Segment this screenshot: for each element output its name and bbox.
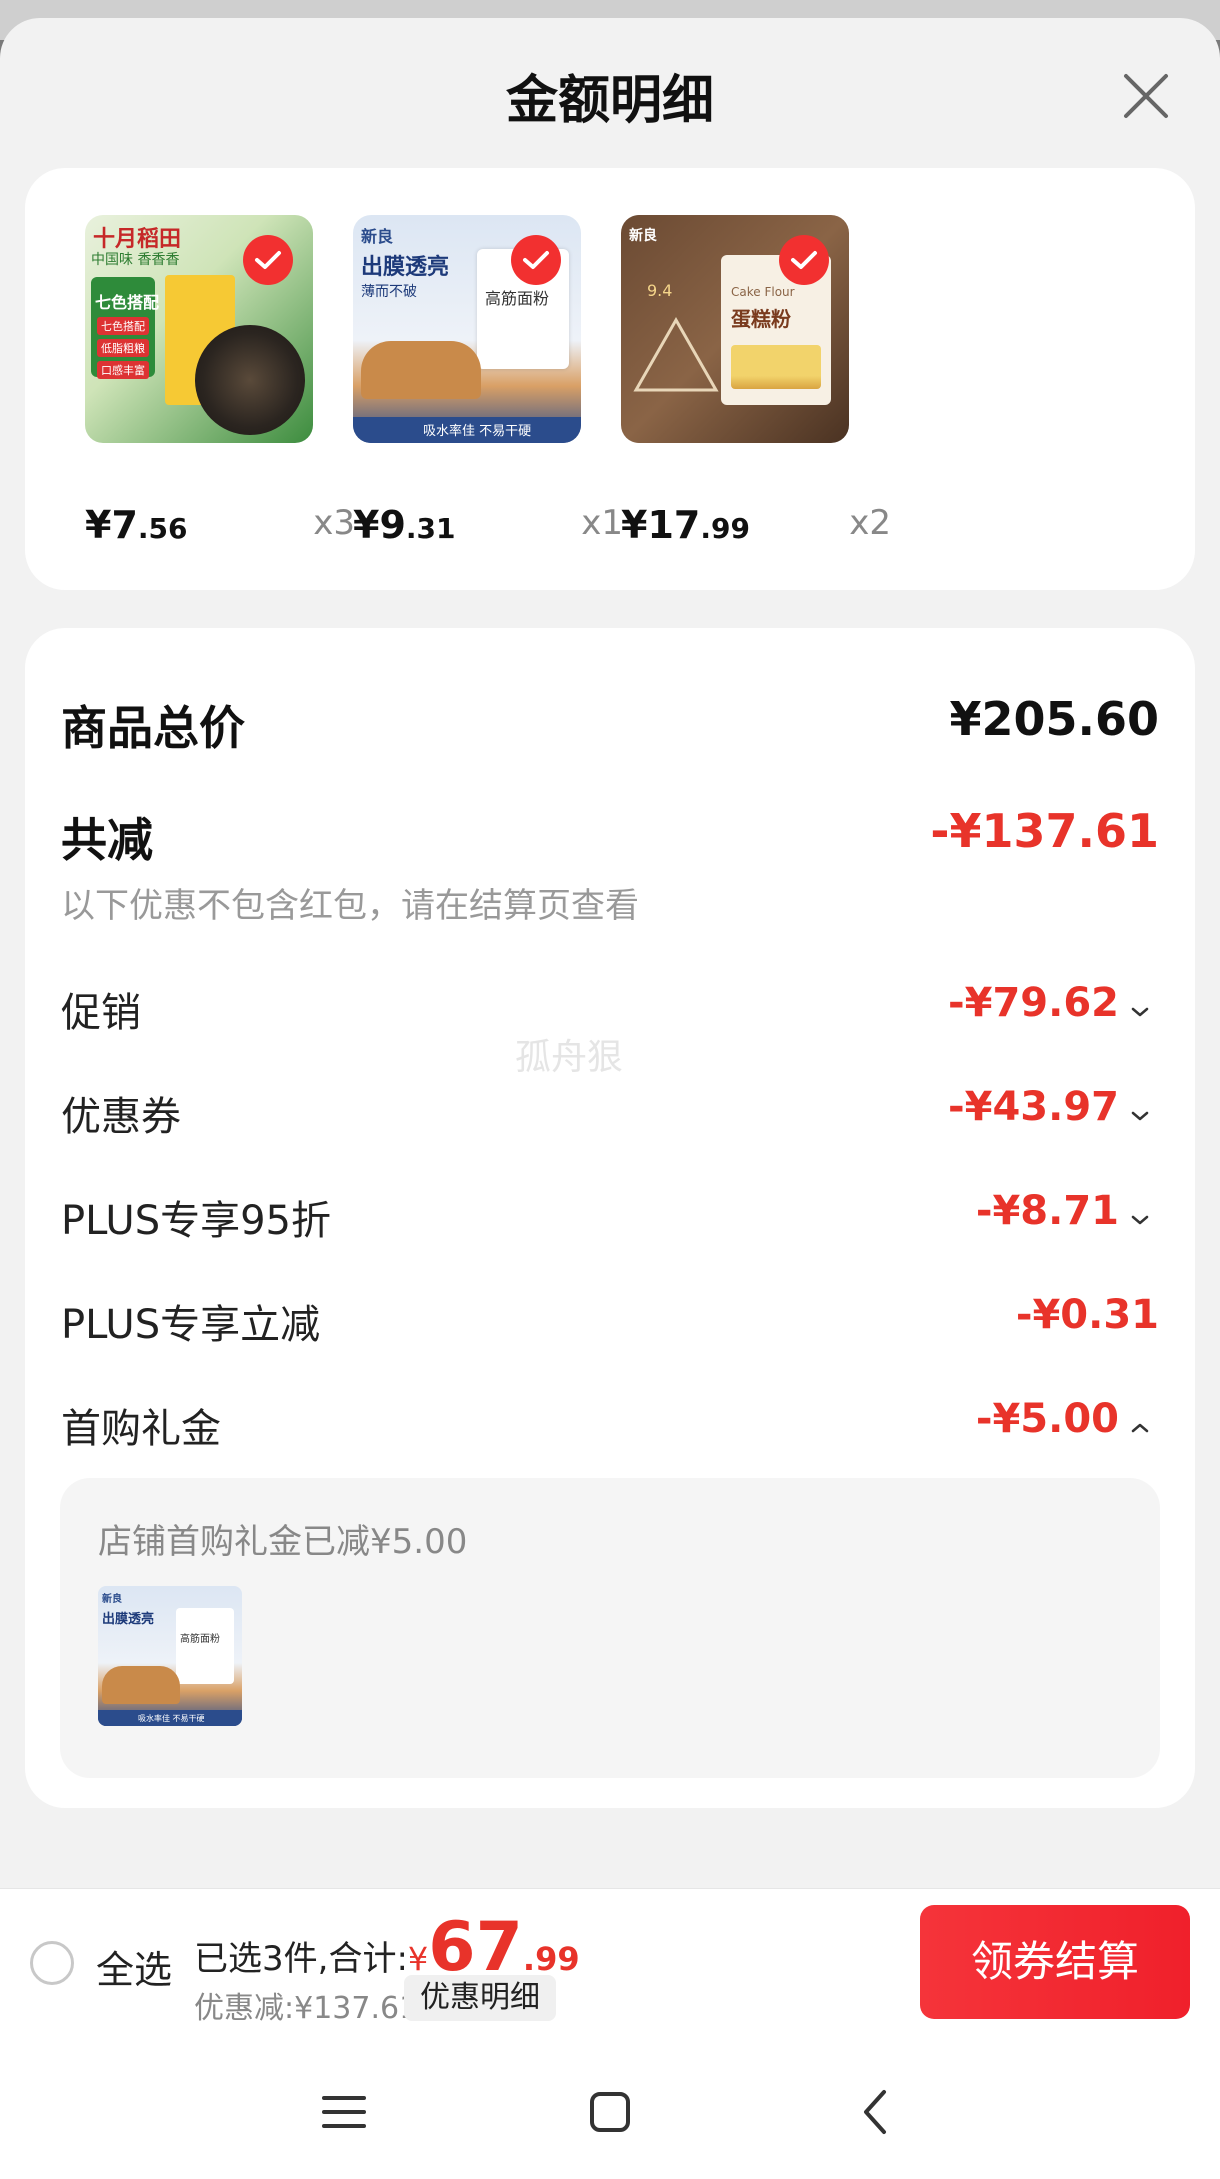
price-summary-card: 商品总价 ¥205.60 共减 -¥137.61 以下优惠不包含红包，请在结算页…: [25, 628, 1195, 1808]
watermark-text: 孤舟狠: [515, 1037, 624, 1078]
discount-value: -¥43.97: [948, 1084, 1119, 1130]
product-tag-text: 七色搭配: [95, 293, 160, 312]
product-item[interactable]: 新良 9.4 Cake Flour 蛋糕粉 ¥17.99 x2: [621, 215, 891, 547]
chevron-down-icon[interactable]: [1127, 1207, 1153, 1233]
home-icon[interactable]: [580, 2082, 640, 2142]
discount-label: PLUS专享立减: [61, 1302, 321, 1348]
discount-value: -¥0.31: [1015, 1292, 1159, 1338]
total-price-value: ¥205.60: [949, 692, 1159, 746]
selected-check-icon[interactable]: [243, 235, 293, 285]
back-icon[interactable]: [846, 2082, 906, 2142]
product-item[interactable]: 十月稻田 中国味 香香香 七色搭配 七色搭配 低脂粗粮 口感丰富 ¥7.56 x…: [85, 215, 355, 547]
product-quantity: x1: [581, 503, 623, 543]
product-image-flour: 新良 出膜透亮 薄而不破 高筋面粉 吸水率佳 不易干硬: [353, 215, 581, 443]
product-price-row: ¥7.56 x3: [85, 497, 355, 547]
product-brand-text: 新良: [361, 227, 394, 246]
first-purchase-detail-box: 店铺首购礼金已减¥5.00 新良 出膜透亮 高筋面粉 吸水率佳 不易干硬: [60, 1478, 1160, 1778]
select-all-label[interactable]: 全选: [96, 1939, 172, 1994]
sheet-header: 金额明细: [0, 18, 1220, 168]
product-item[interactable]: 新良 出膜透亮 薄而不破 高筋面粉 吸水率佳 不易干硬 ¥9.31 x1: [353, 215, 623, 547]
discount-label: 促销: [61, 990, 141, 1036]
product-price: ¥17.99: [621, 503, 750, 547]
system-nav-bar: [0, 2036, 1220, 2179]
product-image-rice: 十月稻田 中国味 香香香 七色搭配 七色搭配 低脂粗粮 口感丰富: [85, 215, 313, 443]
discount-value: -¥79.62: [948, 980, 1119, 1026]
first-purchase-detail-text: 店铺首购礼金已减¥5.00: [98, 1522, 468, 1562]
products-card: 十月稻田 中国味 香香香 七色搭配 七色搭配 低脂粗粮 口感丰富 ¥7.56 x…: [25, 168, 1195, 590]
chevron-down-icon[interactable]: [1127, 999, 1153, 1025]
close-icon[interactable]: [1116, 66, 1176, 126]
discount-value: -¥5.00: [975, 1396, 1119, 1442]
triangle-graphic: [633, 316, 719, 392]
total-reduction-value: -¥137.61: [930, 804, 1159, 858]
product-quantity: x2: [849, 503, 891, 543]
discount-total-text: 优惠减:¥137.61: [194, 1991, 419, 2026]
menu-icon[interactable]: [314, 2082, 374, 2142]
sheet-title: 金额明细: [505, 71, 714, 131]
discount-label: 优惠券: [61, 1094, 181, 1140]
selected-check-icon[interactable]: [511, 235, 561, 285]
checkout-button[interactable]: 领券结算: [920, 1905, 1190, 2019]
product-slogan-text: 中国味 香香香: [91, 252, 180, 268]
product-image-cake-flour: 新良 9.4 Cake Flour 蛋糕粉: [621, 215, 849, 443]
select-all-radio[interactable]: [30, 1941, 74, 1985]
discount-value: -¥8.71: [975, 1188, 1119, 1234]
product-quantity: x3: [313, 503, 355, 543]
selected-check-icon[interactable]: [779, 235, 829, 285]
reduction-note: 以下优惠不包含红包，请在结算页查看: [61, 886, 639, 926]
checkout-bar: 全选 已选3件,合计:¥67.99 优惠减:¥137.61 优惠明细 领券结算: [0, 1888, 1220, 2037]
discount-detail-button[interactable]: 优惠明细: [404, 1975, 556, 2021]
product-price: ¥9.31: [353, 503, 456, 547]
product-price-row: ¥17.99 x2: [621, 497, 891, 547]
product-brand-text: 新良: [629, 228, 657, 244]
chevron-up-icon[interactable]: [1127, 1415, 1153, 1441]
product-price-row: ¥9.31 x1: [353, 497, 623, 547]
discount-label: 首购礼金: [61, 1406, 221, 1452]
total-price-label: 商品总价: [61, 701, 245, 755]
amount-detail-sheet: 金额明细 十月稻田 中国味 香香香 七色搭配 七色搭配 低脂粗粮 口感丰富 ¥7…: [0, 18, 1220, 2179]
discount-label: PLUS专享95折: [61, 1198, 331, 1244]
total-reduction-label: 共减: [61, 813, 153, 867]
gift-product-image: 新良 出膜透亮 高筋面粉 吸水率佳 不易干硬: [98, 1586, 242, 1726]
chevron-down-icon[interactable]: [1127, 1103, 1153, 1129]
selected-total: 已选3件,合计:¥67.99: [194, 1908, 580, 1987]
product-price: ¥7.56: [85, 503, 188, 547]
